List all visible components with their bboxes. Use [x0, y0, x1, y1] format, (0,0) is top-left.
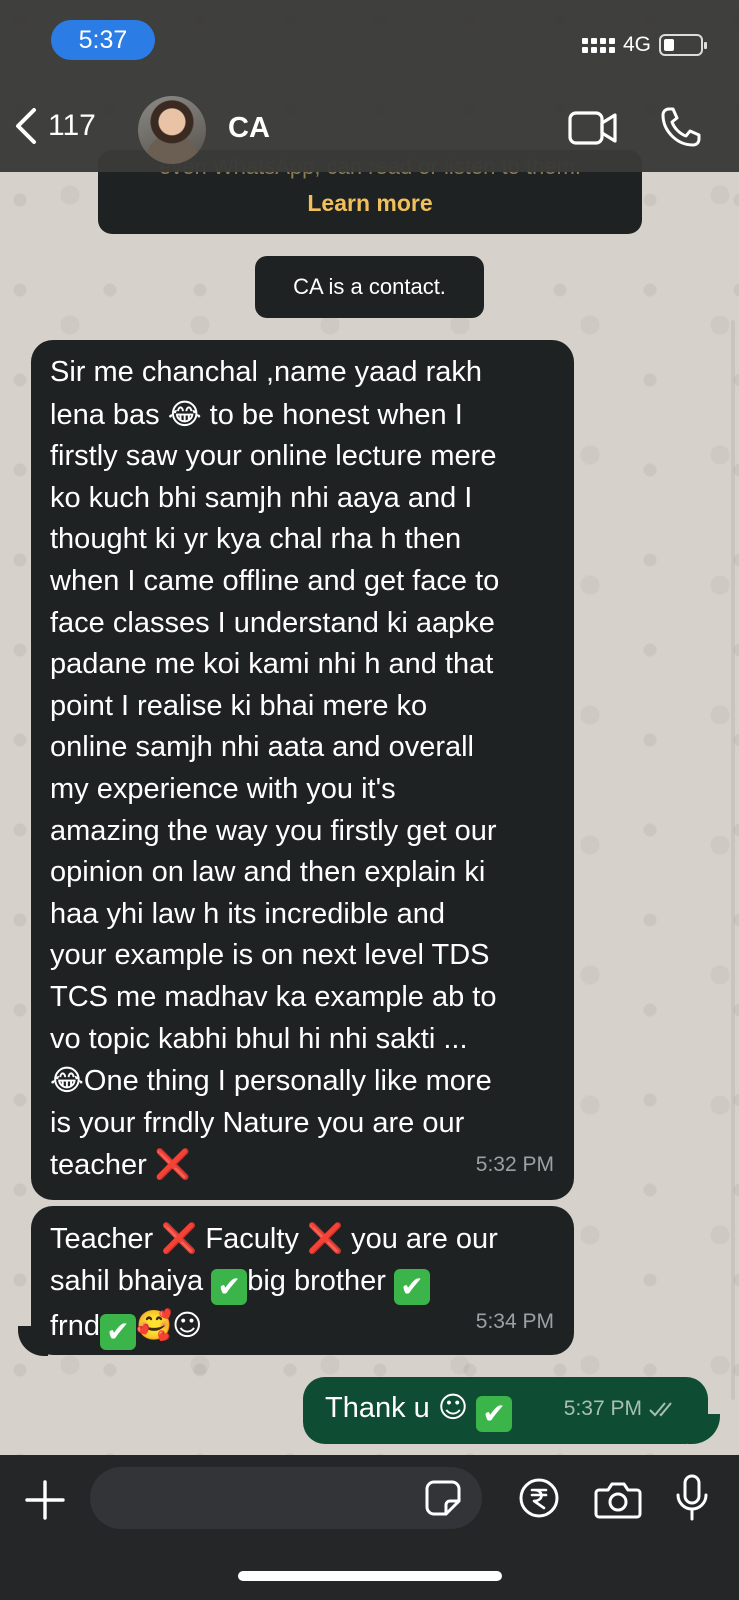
battery-icon — [659, 34, 707, 56]
cellular-signal-icon — [581, 37, 615, 53]
message-text-part — [468, 1392, 476, 1424]
status-indicators: 4G — [581, 33, 707, 57]
chat-nav-bar: 117 CA — [0, 92, 739, 168]
message-text-part: Faculty — [197, 1223, 307, 1255]
chat-scrollbar[interactable] — [731, 320, 735, 1400]
rupee-payment-icon[interactable] — [518, 1477, 560, 1519]
chat-header: 5:37 4G 117 CA — [0, 0, 739, 172]
video-call-icon[interactable] — [568, 110, 618, 146]
microphone-icon[interactable] — [672, 1473, 712, 1523]
tears-of-joy-emoji: 😂 — [50, 1063, 84, 1098]
camera-icon[interactable] — [594, 1479, 642, 1519]
system-message: CA is a contact. — [255, 256, 484, 318]
check-mark-emoji: ✔ — [99, 1313, 136, 1350]
learn-more-link[interactable]: Learn more — [98, 190, 642, 217]
message-text-part: One thing I personally like more is your… — [50, 1065, 492, 1182]
check-mark-emoji: ✔ — [211, 1268, 248, 1305]
chevron-left-icon — [16, 108, 36, 144]
message-text-part: big brother — [247, 1264, 394, 1297]
incoming-message[interactable]: Sir me chanchal ,name yaad rakh lena bas… — [31, 340, 574, 1200]
contact-name[interactable]: CA — [228, 112, 270, 145]
unread-chats-count: 117 — [48, 109, 96, 142]
message-timestamp: 5:34 PM — [475, 1310, 554, 1334]
status-bar: 5:37 4G — [0, 0, 739, 90]
tears-of-joy-emoji: 😂 — [167, 396, 202, 431]
check-mark-emoji: ✔ — [393, 1268, 430, 1305]
message-text-part: frnd — [50, 1309, 100, 1342]
smiling-face-emoji: ☺ — [172, 1307, 203, 1342]
status-time: 5:37 — [51, 20, 155, 60]
contact-avatar[interactable] — [138, 96, 206, 164]
double-check-icon — [649, 1402, 672, 1417]
message-meta: 5:37 PM — [564, 1388, 678, 1430]
cross-mark-emoji: ❌ — [161, 1221, 198, 1255]
message-timestamp: 5:32 PM — [475, 1153, 554, 1177]
message-timestamp: 5:37 PM — [563, 1397, 642, 1421]
message-text-part: to be honest when I firstly saw your onl… — [50, 398, 500, 1055]
cross-mark-emoji: ❌ — [306, 1221, 344, 1255]
network-type: 4G — [622, 33, 651, 56]
check-mark-emoji: ✔ — [476, 1396, 513, 1432]
message-text-part: Thank u — [325, 1392, 438, 1424]
plus-icon[interactable] — [24, 1479, 66, 1521]
message-text-part: Teacher — [50, 1223, 162, 1255]
outgoing-message[interactable]: Thank u ☺ ✔ 5:37 PM — [303, 1377, 708, 1444]
back-button[interactable]: 117 — [14, 106, 96, 146]
phone-icon[interactable] — [660, 106, 702, 148]
sticker-icon[interactable] — [424, 1479, 462, 1517]
smiling-face-with-hearts-emoji: 🥰 — [135, 1307, 173, 1342]
cross-mark-emoji: ❌ — [154, 1147, 191, 1182]
incoming-message[interactable]: Teacher ❌ Faculty ❌ you are our sahil bh… — [31, 1206, 574, 1355]
home-indicator[interactable] — [238, 1571, 502, 1581]
message-composer — [0, 1455, 739, 1600]
smiling-face-emoji: ☺ — [437, 1390, 469, 1424]
message-text: Sir me chanchal ,name yaad rakh lena bas… — [50, 352, 558, 1187]
